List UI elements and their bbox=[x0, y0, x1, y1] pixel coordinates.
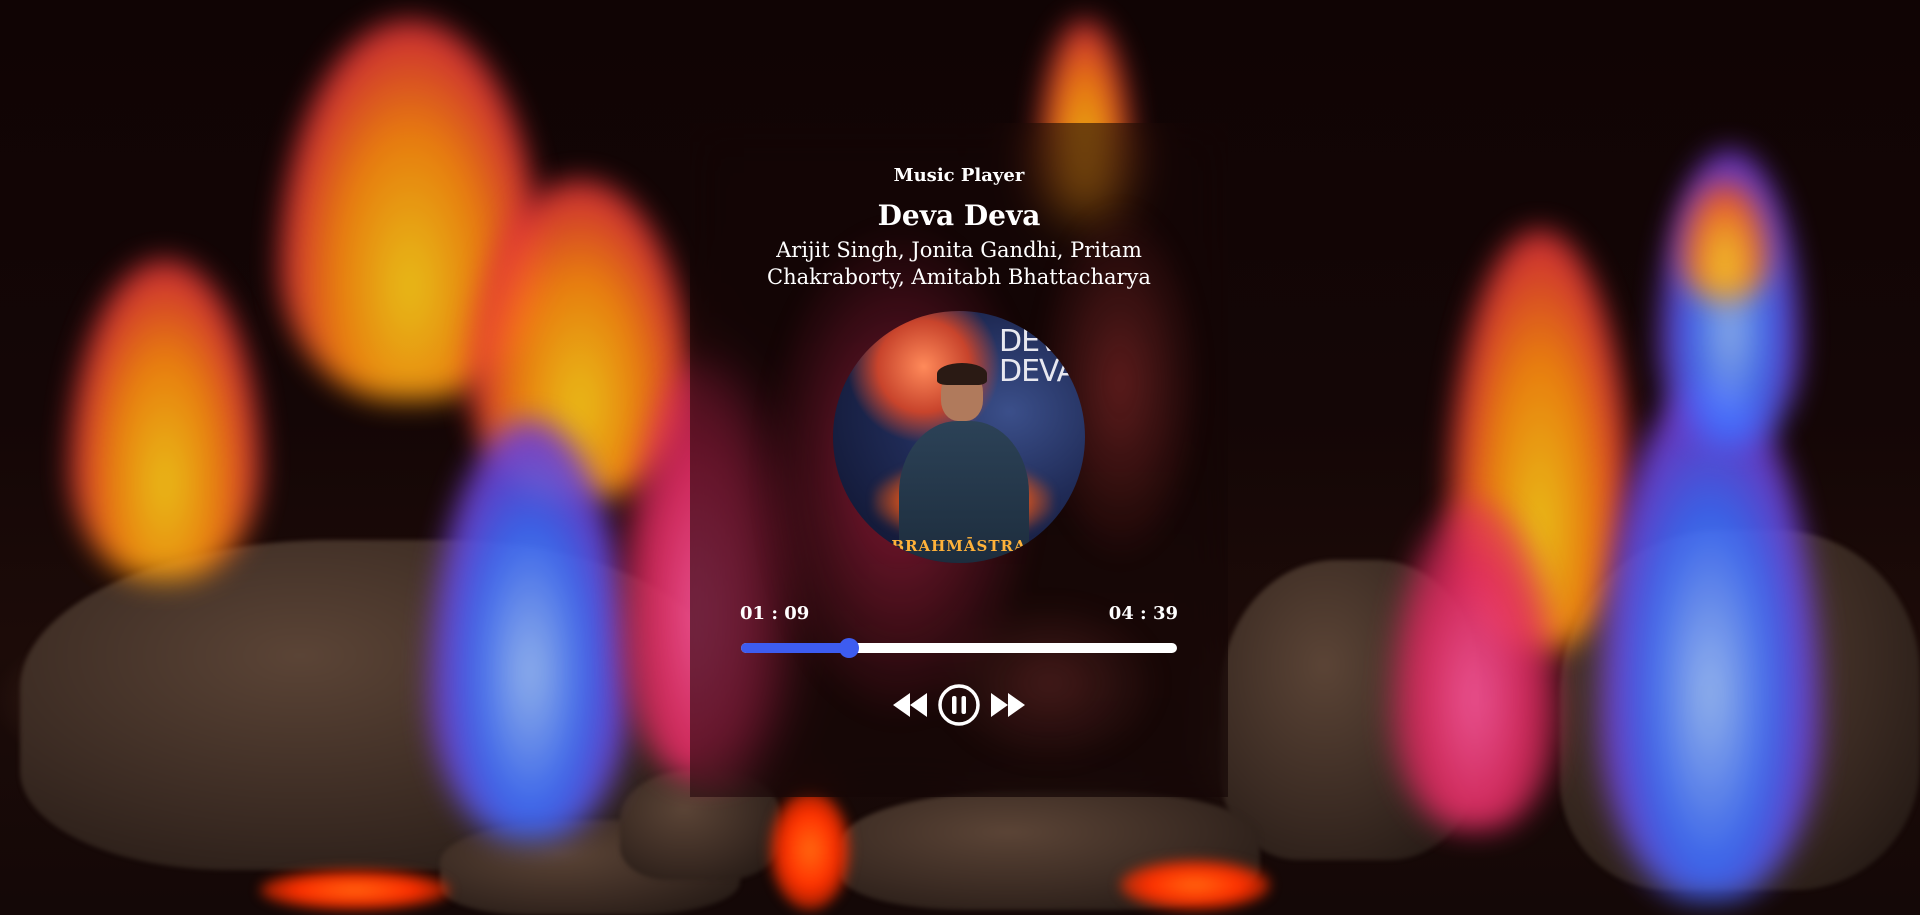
artist-names: Arijit Singh, Jonita Gandhi, Pritam Chak… bbox=[767, 238, 1151, 289]
progress-fill bbox=[741, 643, 849, 653]
previous-button[interactable] bbox=[891, 690, 929, 720]
next-button[interactable] bbox=[989, 690, 1027, 720]
pause-circle-icon bbox=[938, 684, 980, 726]
progress-slider[interactable] bbox=[741, 638, 1177, 658]
ember-glow bbox=[1120, 860, 1270, 910]
current-time: 01 : 09 bbox=[740, 603, 810, 624]
flame bbox=[70, 260, 260, 580]
play-pause-button[interactable] bbox=[937, 683, 981, 727]
cover-brand-text: BRAHMĀSTRA bbox=[891, 537, 1027, 555]
cover-title-text: DEVA DEVA bbox=[999, 324, 1077, 389]
music-player-card: Music Player Deva Deva Arijit Singh, Jon… bbox=[690, 123, 1228, 797]
album-cover: DEVA DEVA BRAHMĀSTRA bbox=[833, 311, 1085, 563]
time-row: 01 : 09 04 : 39 bbox=[740, 603, 1178, 625]
app-title: Music Player bbox=[893, 165, 1025, 186]
total-duration: 04 : 39 bbox=[1108, 603, 1178, 624]
rewind-icon bbox=[893, 693, 927, 717]
flame bbox=[1600, 380, 1820, 900]
cover-figure-hair bbox=[937, 363, 987, 385]
fast-forward-icon bbox=[991, 693, 1025, 717]
progress-thumb[interactable] bbox=[838, 638, 859, 658]
ember-glow bbox=[260, 870, 450, 910]
song-title: Deva Deva bbox=[877, 199, 1041, 232]
playback-controls bbox=[690, 683, 1228, 727]
ember-glow bbox=[770, 790, 850, 910]
